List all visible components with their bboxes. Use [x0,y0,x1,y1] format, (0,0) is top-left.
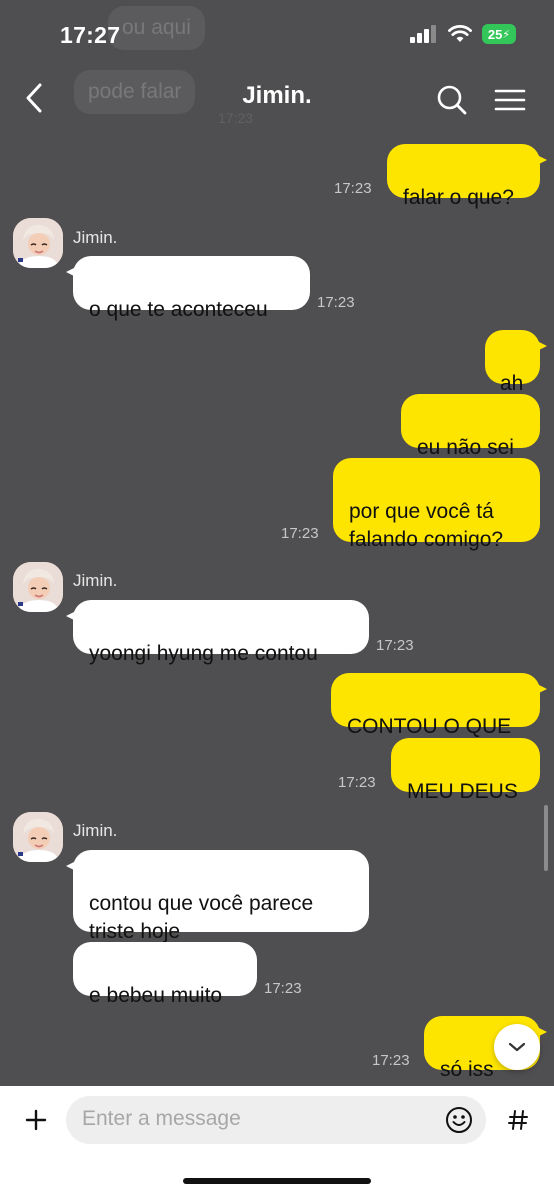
battery-indicator: 25 ⚡ [482,24,516,44]
message-text: yoongi hyung me contou [89,642,318,665]
message-bubble-received[interactable]: o que te aconteceu [66,256,310,321]
hashtag-icon [508,1110,528,1130]
wifi-icon [448,25,472,42]
faded-message-time: 17:23 [218,110,254,126]
hashtag-button[interactable] [498,1100,538,1140]
message-text: contou que você parece triste hoje [89,892,314,943]
message-input[interactable]: Enter a message [66,1096,486,1144]
message-text: o que te aconteceu [89,298,268,321]
message-bubble-received[interactable]: yoongi hyung me contou [66,600,369,665]
message-input-placeholder: Enter a message [82,1107,241,1130]
message-time: 17:23 [281,525,319,542]
message-bubble-sent[interactable]: ah [485,330,547,395]
emoji-icon [446,1107,472,1133]
sender-name: Jimin. [73,821,118,840]
plus-icon [25,1109,47,1131]
search-button[interactable] [430,78,474,122]
search-icon [437,85,467,115]
message-text: MEU DEUS [407,780,518,803]
message-time: 17:23 [317,294,355,311]
profile-photo-icon [13,218,63,268]
scroll-to-bottom-button[interactable] [494,1024,540,1070]
message-bubble-received[interactable]: contou que você parece triste hoje [66,850,369,943]
message-bubble-received[interactable]: e bebeu muito [73,942,257,1007]
message-text: falar o que? [403,186,514,209]
add-attachment-button[interactable] [16,1100,56,1140]
cellular-signal-icon [410,25,436,43]
message-bubble-sent[interactable]: falar o que? [387,144,547,209]
sender-name: Jimin. [73,571,118,590]
message-bubble-sent[interactable]: MEU DEUS [391,738,540,803]
message-time: 17:23 [372,1052,410,1069]
menu-icon [494,89,526,111]
message-text: ah [500,372,524,395]
avatar[interactable] [13,562,63,612]
message-bubble-sent[interactable]: eu não sei [401,394,540,459]
charging-bolt-icon: ⚡ [502,28,511,41]
avatar[interactable] [13,812,63,862]
message-time: 17:23 [264,980,302,997]
menu-button[interactable] [488,78,532,122]
message-time: 17:23 [338,774,376,791]
chevron-down-icon [508,1042,526,1052]
sender-name: Jimin. [73,228,118,247]
status-icons: 25 ⚡ [410,24,516,44]
message-text: só iss [440,1058,494,1081]
faded-message-text: ou aqui [122,16,191,39]
faded-message-bubble: ou aqui [108,6,205,50]
message-bubble-sent[interactable]: por que você tá falando comigo? [333,458,540,551]
profile-photo-icon [13,562,63,612]
message-time: 17:23 [376,637,414,654]
avatar[interactable] [13,218,63,268]
status-time: 17:27 [60,22,121,48]
message-text: e bebeu muito [89,984,223,1007]
message-bubble-sent[interactable]: CONTOU O QUE [331,673,547,738]
home-indicator [183,1178,371,1184]
message-text: eu não sei [417,436,514,459]
battery-level: 25 [487,26,503,42]
profile-photo-icon [13,812,63,862]
emoji-button[interactable] [442,1103,476,1137]
scrollbar[interactable] [544,805,548,871]
message-text: por que você tá falando comigo? [349,500,504,551]
message-text: CONTOU O QUE [347,715,512,738]
message-time: 17:23 [334,180,372,197]
